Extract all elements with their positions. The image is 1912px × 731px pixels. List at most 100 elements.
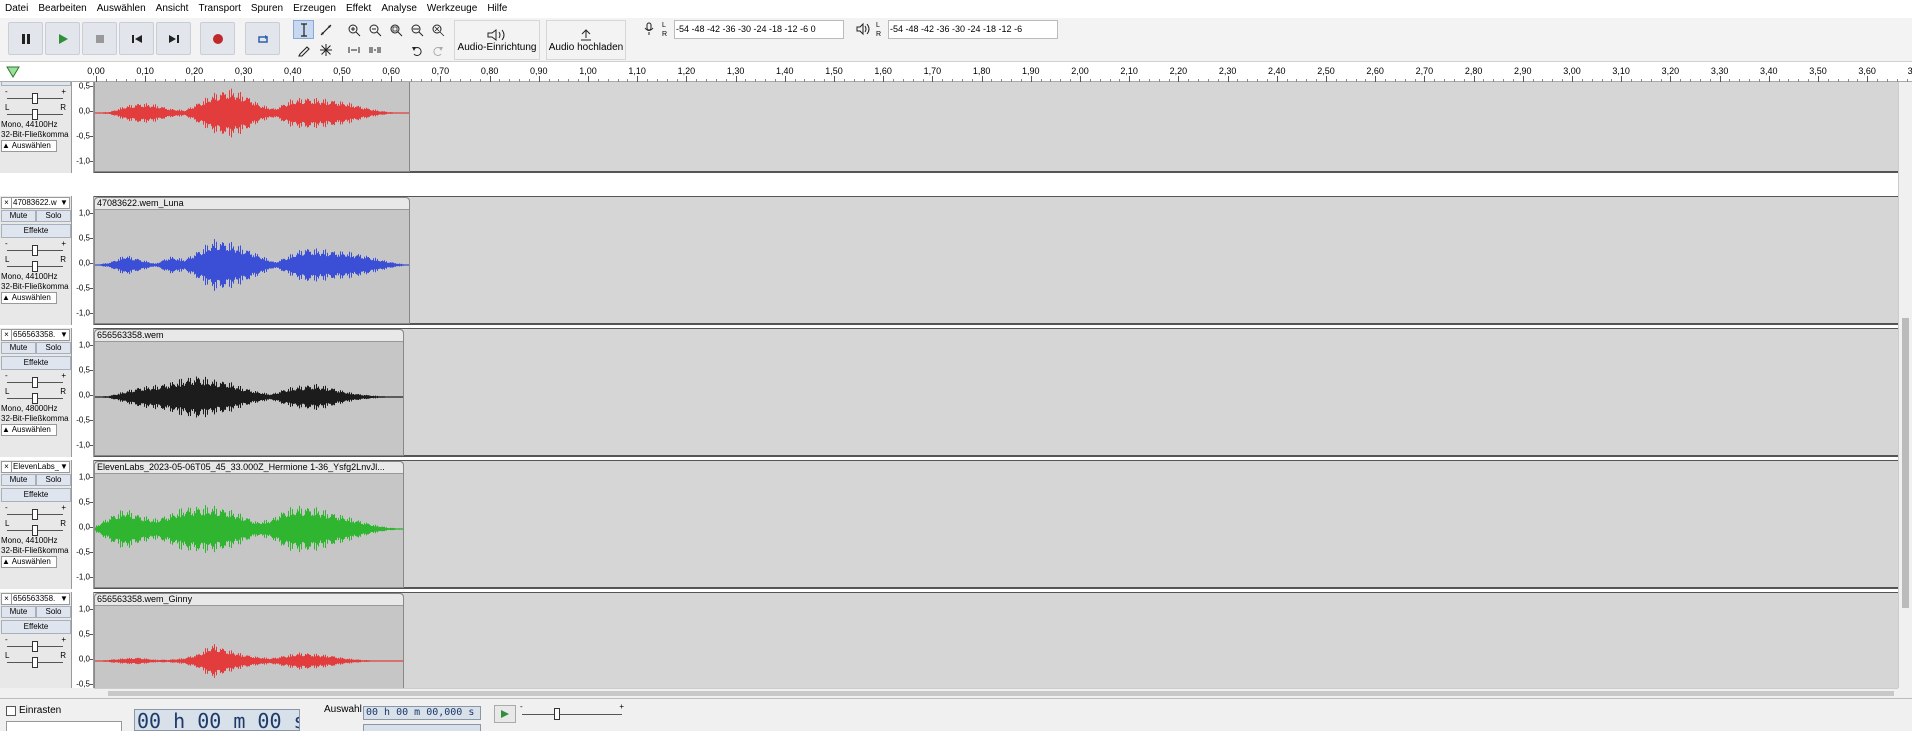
zoom-out-button[interactable]: [364, 20, 385, 39]
track-name[interactable]: 656563358.: [12, 594, 59, 604]
play-head-icon[interactable]: [6, 66, 20, 78]
gain-slider-thumb[interactable]: [32, 245, 38, 256]
track-menu-icon[interactable]: ▼: [59, 330, 69, 340]
selection-tool[interactable]: [293, 20, 314, 39]
loop-button[interactable]: [245, 22, 280, 55]
menu-tools[interactable]: Werkzeuge: [422, 0, 482, 18]
track-lane[interactable]: ElevenLabs_2023-05-06T05_45_33.000Z_Herm…: [94, 460, 1898, 589]
envelope-tool[interactable]: [315, 20, 336, 39]
menu-view[interactable]: Ansicht: [151, 0, 194, 18]
mute-button[interactable]: Mute: [1, 342, 36, 354]
pan-slider[interactable]: LR: [4, 388, 66, 404]
pan-slider-thumb[interactable]: [32, 657, 38, 668]
fit-project-button[interactable]: [406, 20, 427, 39]
silence-button[interactable]: [364, 40, 385, 59]
select-track-button[interactable]: ▲ Auswählen: [1, 292, 57, 304]
track-name[interactable]: ElevenLabs_: [12, 462, 59, 472]
menu-transport[interactable]: Transport: [193, 0, 245, 18]
menu-analyze[interactable]: Analyse: [376, 0, 422, 18]
menu-generate[interactable]: Erzeugen: [288, 0, 341, 18]
horizontal-scrollbar[interactable]: [94, 688, 1898, 698]
clip-title[interactable]: 656563358.wem_Ginny: [95, 594, 403, 606]
track-name-bar[interactable]: × ElevenLabs_ ▼: [1, 461, 70, 473]
clip-title[interactable]: 656563358.wem: [95, 330, 403, 342]
effects-button[interactable]: Effekte: [1, 488, 71, 502]
track-name-bar[interactable]: × 47083622.w ▼: [1, 197, 70, 209]
effects-button[interactable]: Effekte: [1, 356, 71, 370]
selection-start-field[interactable]: 00 h 00 m 00,000 s: [363, 706, 481, 720]
share-audio-button[interactable]: Audio hochladen: [546, 20, 626, 60]
skip-to-end-button[interactable]: [156, 22, 191, 55]
solo-button[interactable]: Solo: [36, 606, 71, 618]
stop-button[interactable]: [82, 22, 117, 55]
track-menu-icon[interactable]: ▼: [59, 462, 69, 472]
track-name-bar[interactable]: × 656563358. ▼: [1, 593, 70, 605]
mute-button[interactable]: Mute: [1, 606, 36, 618]
track-name[interactable]: 656563358.: [12, 330, 59, 340]
gain-slider-thumb[interactable]: [32, 377, 38, 388]
zoom-in-button[interactable]: [343, 20, 364, 39]
effects-button[interactable]: Effekte: [1, 224, 71, 238]
redo-button[interactable]: [427, 40, 448, 59]
select-track-button[interactable]: ▲ Auswählen: [1, 424, 57, 436]
vertical-scrollbar[interactable]: [1898, 82, 1912, 688]
play-button[interactable]: [45, 22, 80, 55]
clip-title[interactable]: ElevenLabs_2023-05-06T05_45_33.000Z_Herm…: [95, 462, 403, 474]
menu-file[interactable]: Datei: [0, 0, 33, 18]
fit-selection-button[interactable]: [385, 20, 406, 39]
timeline-ruler[interactable]: 0,00 0,10 0,20 0,30 0,40 0,50 0,60 0,70 0,80 0,90…: [0, 62, 1912, 82]
clip-title[interactable]: 47083622.wem_Luna: [95, 198, 409, 210]
track-menu-icon[interactable]: ▼: [59, 594, 69, 604]
gain-slider[interactable]: - +: [4, 240, 66, 256]
pan-slider-thumb[interactable]: [32, 525, 38, 536]
close-track-icon[interactable]: ×: [2, 198, 12, 208]
snap-checkbox[interactable]: Einrasten: [6, 705, 61, 716]
zoom-toggle-button[interactable]: [427, 20, 448, 39]
track-lane[interactable]: 656563358.wem: [94, 328, 1898, 457]
menu-edit[interactable]: Bearbeiten: [33, 0, 91, 18]
trim-button[interactable]: [343, 40, 364, 59]
multi-tool[interactable]: [315, 40, 336, 59]
effects-button[interactable]: Effekte: [1, 82, 71, 86]
audio-clip[interactable]: 656563358.wem: [94, 329, 404, 456]
gain-slider-thumb[interactable]: [32, 93, 38, 104]
menu-help[interactable]: Hilfe: [482, 0, 512, 18]
solo-button[interactable]: Solo: [36, 474, 71, 486]
gain-slider[interactable]: - +: [4, 372, 66, 388]
track-menu-icon[interactable]: ▼: [59, 198, 69, 208]
close-track-icon[interactable]: ×: [2, 330, 12, 340]
play-speed-slider[interactable]: - +: [518, 702, 626, 724]
pause-button[interactable]: [8, 22, 43, 55]
track-name-bar[interactable]: × 656563358. ▼: [1, 329, 70, 341]
menu-tracks[interactable]: Spuren: [246, 0, 288, 18]
mute-button[interactable]: Mute: [1, 210, 36, 222]
audio-setup-button[interactable]: Audio-Einrichtung: [454, 20, 540, 60]
time-display[interactable]: 00 h 00 m 00 s: [134, 709, 300, 731]
solo-button[interactable]: Solo: [36, 210, 71, 222]
pan-slider[interactable]: LR: [4, 520, 66, 536]
record-button[interactable]: [200, 22, 235, 55]
snap-checkbox-box[interactable]: [6, 705, 16, 716]
menu-effect[interactable]: Effekt: [341, 0, 376, 18]
skip-to-start-button[interactable]: [119, 22, 154, 55]
select-track-button[interactable]: ▲ Auswählen: [1, 556, 57, 568]
gain-slider-thumb[interactable]: [32, 509, 38, 520]
gain-slider[interactable]: - +: [4, 88, 66, 104]
pan-slider-thumb[interactable]: [32, 261, 38, 272]
track-lane[interactable]: [94, 82, 1898, 173]
close-track-icon[interactable]: ×: [2, 594, 12, 604]
mute-button[interactable]: Mute: [1, 474, 36, 486]
record-meter[interactable]: LR -54 -48 -42 -36 -30 -24 -18 -12 -6 0: [638, 20, 848, 40]
pan-slider-thumb[interactable]: [32, 393, 38, 404]
audio-clip[interactable]: 47083622.wem_Luna: [94, 197, 410, 324]
solo-button[interactable]: Solo: [36, 342, 71, 354]
speed-slider-thumb[interactable]: [554, 708, 560, 720]
undo-button[interactable]: [406, 40, 427, 59]
pan-slider[interactable]: LR: [4, 652, 66, 668]
audio-clip[interactable]: [94, 82, 410, 172]
track-name[interactable]: 47083622.w: [12, 198, 59, 208]
track-lane[interactable]: 656563358.wem_Ginny: [94, 592, 1898, 688]
effects-button[interactable]: Effekte: [1, 620, 71, 634]
gain-slider[interactable]: - +: [4, 636, 66, 652]
gain-slider-thumb[interactable]: [32, 641, 38, 652]
